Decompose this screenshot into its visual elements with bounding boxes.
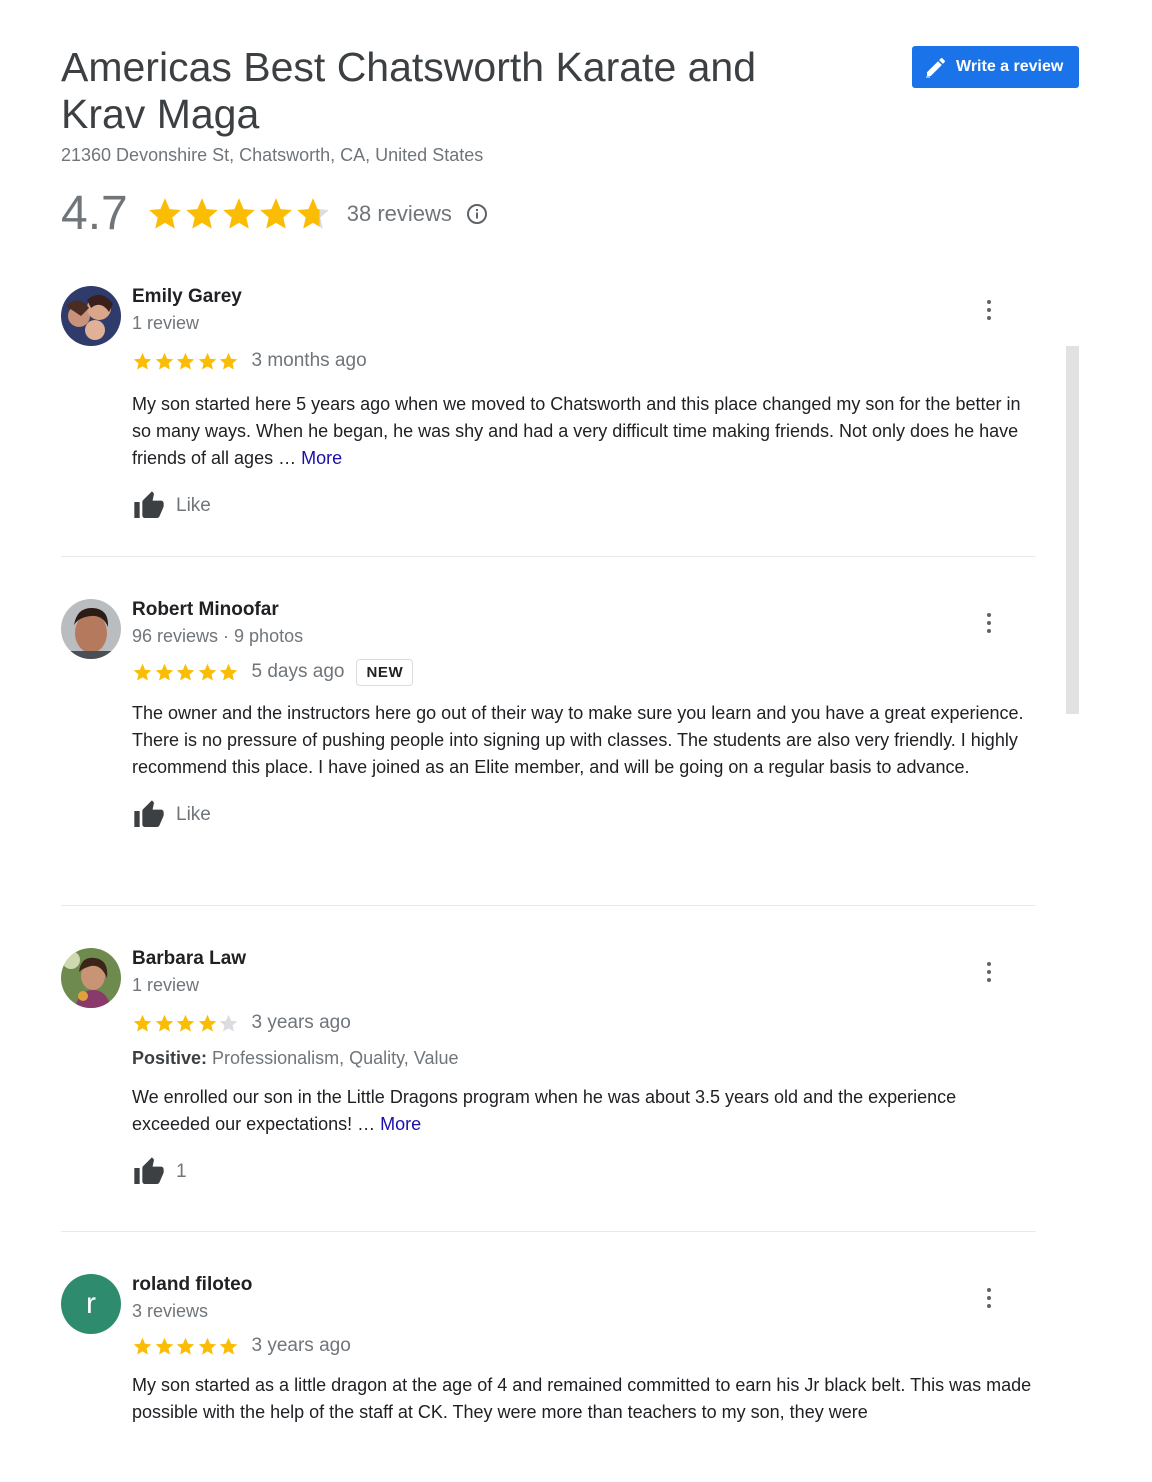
star-icon (219, 1337, 238, 1355)
review-text: My son started as a little dragon at the… (132, 1375, 1032, 1422)
more-options-icon[interactable] (984, 1288, 994, 1310)
review-date: 3 years ago (251, 1335, 351, 1356)
star-icon (148, 197, 181, 229)
star-icon (176, 1337, 195, 1355)
star-icon (176, 663, 195, 681)
star-icon (155, 1014, 173, 1032)
info-icon[interactable] (466, 203, 488, 225)
review-text: The owner and the instructors here go ou… (132, 703, 1024, 777)
review-attributes: Positive: Professionalism, Quality, Valu… (132, 1048, 1032, 1069)
new-badge: NEW (356, 658, 414, 686)
star-icon (155, 352, 173, 370)
review-stars (132, 351, 240, 372)
rating-value: 4.7 (61, 187, 128, 240)
rating-stars (146, 195, 331, 233)
star-icon (133, 1014, 152, 1032)
review-date: 5 days ago (251, 661, 345, 682)
star-icon (296, 197, 329, 229)
star-icon (185, 197, 218, 229)
more-options-icon[interactable] (984, 613, 994, 635)
reviewer-name[interactable]: Barbara Law (132, 948, 1032, 970)
star-icon (133, 1337, 152, 1355)
review-stars (132, 1336, 240, 1357)
avatar[interactable]: r (61, 1274, 121, 1334)
like-button[interactable]: 1 (132, 1156, 1032, 1188)
like-label: Like (176, 804, 211, 825)
divider (61, 556, 1036, 557)
like-button[interactable]: Like (132, 799, 1032, 831)
page-title: Americas Best Chatsworth Karate and Krav… (61, 44, 757, 137)
review-text: We enrolled our son in the Little Dragon… (132, 1084, 1032, 1138)
like-count: 1 (176, 1161, 187, 1182)
reviews-count[interactable]: 38 reviews (347, 201, 452, 227)
star-icon (198, 352, 216, 370)
review-stars (132, 1013, 240, 1034)
review-date: 3 months ago (251, 350, 367, 371)
avatar[interactable] (61, 599, 121, 659)
review-text-content: We enrolled our son in the Little Dragon… (132, 1087, 957, 1134)
reviewer-name[interactable]: roland filoteo (132, 1274, 1032, 1296)
review-stars (132, 662, 240, 683)
pencil-icon (926, 57, 946, 78)
star-icon (155, 1337, 173, 1355)
review-text: My son started here 5 years ago when we … (132, 391, 1032, 472)
more-options-icon[interactable] (984, 962, 994, 984)
avatar-letter: r (86, 1287, 96, 1320)
place-address: 21360 Devonshire St, Chatsworth, CA, Uni… (61, 145, 484, 165)
scrollbar[interactable] (1066, 346, 1079, 714)
star-icon (176, 352, 195, 370)
positive-values: Professionalism, Quality, Value (212, 1048, 459, 1068)
star-icon (198, 663, 216, 681)
star-icon (198, 1337, 216, 1355)
thumbs-up-icon (134, 800, 164, 827)
star-icon (219, 1014, 238, 1032)
reviewer-name[interactable]: Emily Garey (132, 286, 1032, 308)
review-date: 3 years ago (251, 1012, 351, 1033)
like-label: Like (176, 495, 211, 516)
star-icon (259, 197, 292, 229)
like-button[interactable]: Like (132, 490, 1032, 522)
more-options-icon[interactable] (984, 300, 994, 322)
star-icon (222, 197, 255, 229)
star-icon (155, 663, 173, 681)
star-icon (219, 352, 238, 370)
thumbs-up-icon (134, 491, 164, 518)
review-item: r roland filoteo 3 reviews 3 years ago M… (61, 1274, 1036, 1430)
rating-summary: 4.7 38 reviews (61, 186, 488, 241)
write-review-button[interactable]: Write a review (912, 46, 1079, 88)
divider (61, 905, 1036, 906)
reviewer-meta: 1 review (132, 313, 200, 333)
avatar[interactable] (61, 286, 121, 346)
star-icon (133, 352, 152, 370)
place-header: Americas Best Chatsworth Karate and Krav… (61, 44, 821, 166)
thumbs-up-icon (134, 1157, 164, 1184)
reviewer-meta: 3 reviews (132, 1301, 209, 1321)
star-icon (219, 663, 238, 681)
review-text-content: My son started here 5 years ago when we … (132, 394, 1021, 468)
positive-label: Positive: (132, 1048, 208, 1068)
star-icon (198, 1014, 216, 1032)
avatar[interactable] (61, 948, 121, 1008)
more-link[interactable]: More (301, 448, 342, 468)
reviewer-name[interactable]: Robert Minoofar (132, 599, 1032, 621)
divider (61, 1231, 1036, 1232)
more-link[interactable]: More (380, 1114, 421, 1134)
star-icon (176, 1014, 195, 1032)
reviewer-meta: 1 review (132, 975, 200, 995)
star-icon (133, 663, 152, 681)
reviewer-meta[interactable]: 96 reviews · 9 photos (132, 626, 1032, 647)
write-review-label: Write a review (956, 58, 1064, 75)
